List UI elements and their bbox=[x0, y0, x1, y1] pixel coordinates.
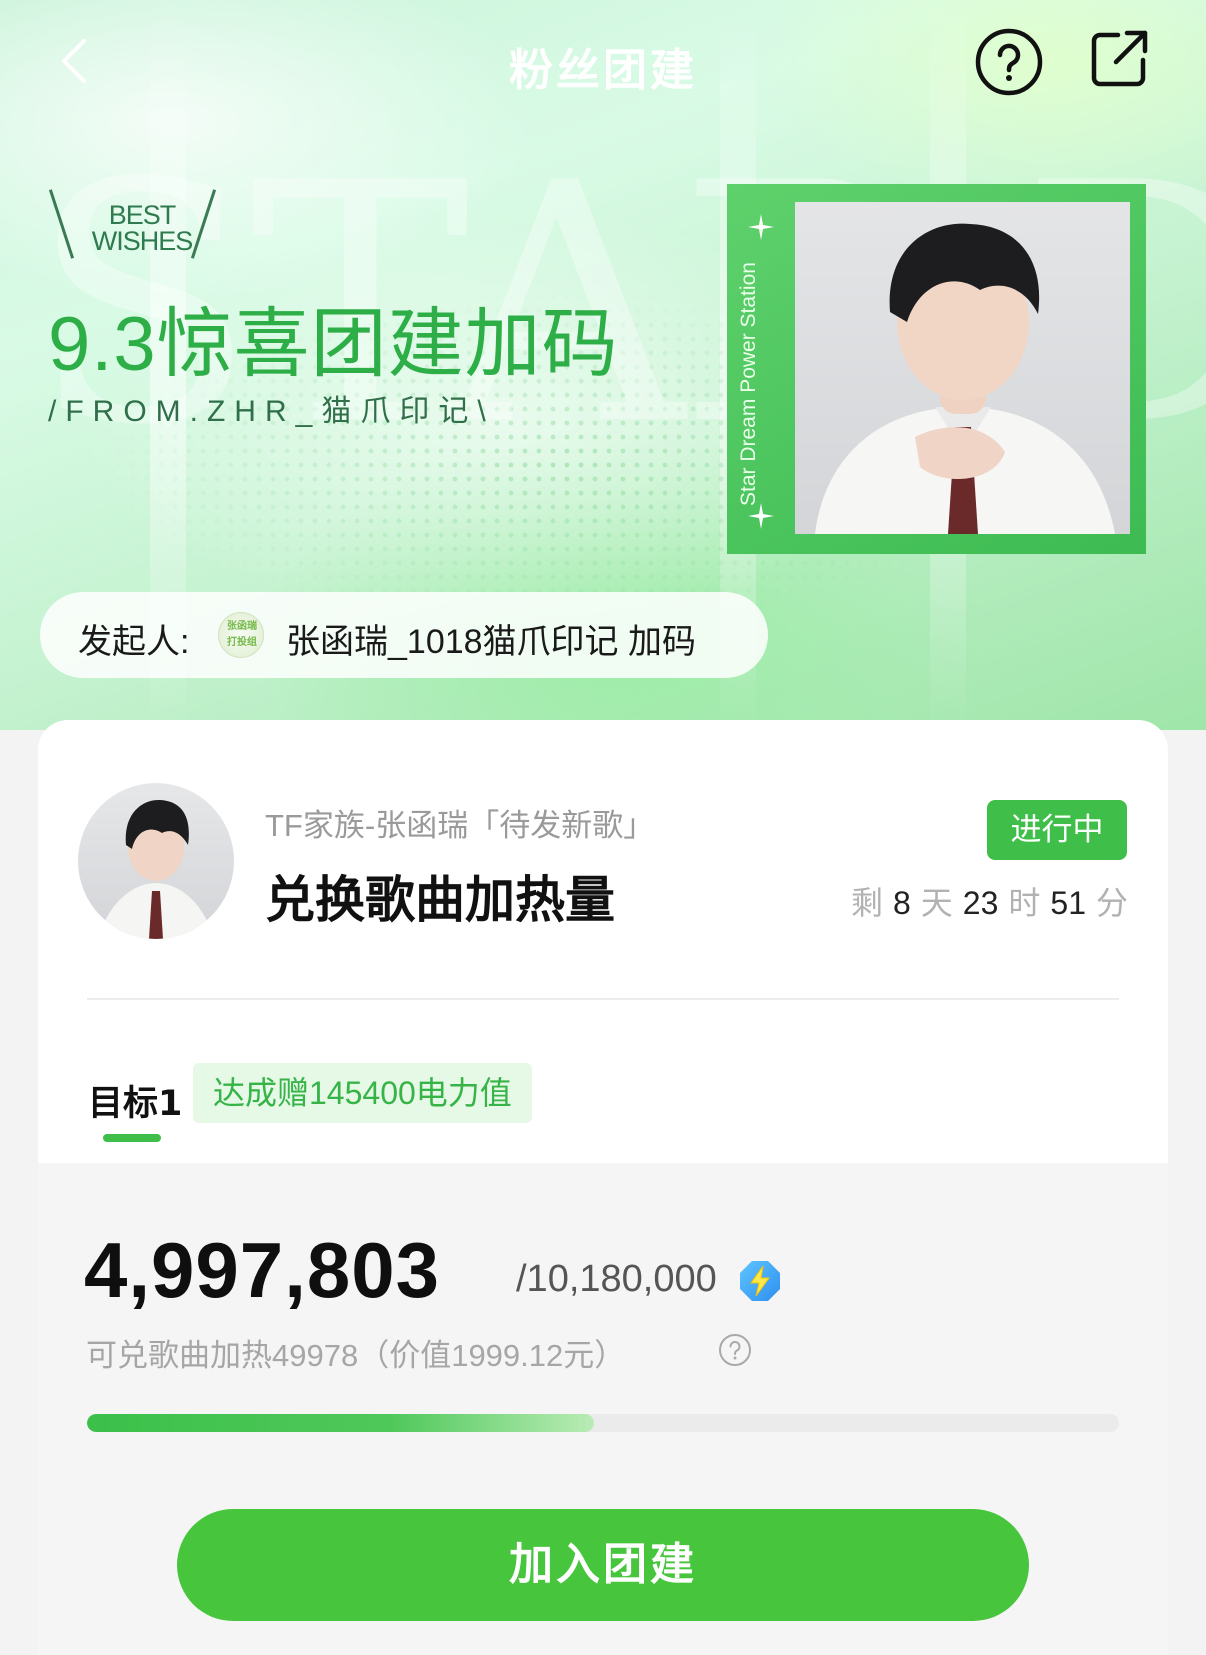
decor-slash bbox=[48, 189, 75, 259]
status-badge: 进行中 bbox=[987, 800, 1127, 860]
sparkle-icon bbox=[748, 214, 774, 240]
countdown-days-unit: 天 bbox=[920, 885, 953, 921]
banner-title: 9.3惊喜团建加码 bbox=[48, 302, 619, 387]
best-wishes-line2: WISHES bbox=[91, 226, 194, 256]
redeem-info: 可兑歌曲加热49978（价值1999.12元） bbox=[86, 1338, 626, 1373]
event-avatar bbox=[78, 783, 234, 939]
initiator-avatar-logo-text: 张函瑞打投组 bbox=[227, 621, 257, 648]
event-title: 兑换歌曲加热量 bbox=[265, 871, 615, 929]
countdown-minutes-unit: 分 bbox=[1095, 885, 1128, 921]
idol-portrait-illustration bbox=[815, 223, 1115, 534]
event-subtitle: TF家族-张函瑞「待发新歌」 bbox=[265, 808, 655, 843]
banner-from-credit: /FROM.ZHR_猫爪印记\ bbox=[48, 395, 495, 428]
countdown-hours-unit: 时 bbox=[1008, 885, 1041, 921]
initiator-pill[interactable]: 发起人: 张函瑞打投组 张函瑞_1018猫爪印记 加码 bbox=[40, 592, 768, 678]
sparkle-icon bbox=[748, 503, 774, 529]
target-value: /10,180,000 bbox=[516, 1258, 717, 1300]
initiator-name: 张函瑞_1018猫爪印记 加码 bbox=[286, 623, 696, 661]
initiator-avatar: 张函瑞打投组 bbox=[218, 612, 264, 658]
question-circle-icon[interactable] bbox=[975, 28, 1043, 96]
goal-reward-badge: 达成赠145400电力值 bbox=[193, 1063, 532, 1123]
initiator-label: 发起人: bbox=[78, 623, 190, 661]
best-wishes-line1: BEST bbox=[108, 200, 177, 230]
countdown-prefix: 剩 bbox=[850, 885, 883, 921]
lightning-bolt-icon bbox=[740, 1261, 780, 1301]
countdown-days: 8 bbox=[892, 885, 911, 921]
current-progress-value: 4,997,803 bbox=[84, 1226, 441, 1314]
tab-goal-1[interactable]: 目标1 bbox=[88, 1075, 182, 1126]
avatar-portrait-illustration bbox=[98, 799, 214, 939]
divider bbox=[87, 998, 1119, 1000]
countdown-minutes: 51 bbox=[1050, 885, 1086, 921]
active-tab-indicator bbox=[103, 1134, 161, 1142]
station-label: Star Dream Power Station bbox=[737, 262, 760, 506]
idol-photo bbox=[795, 202, 1130, 534]
countdown-hours: 23 bbox=[962, 885, 999, 921]
share-external-icon[interactable] bbox=[1088, 28, 1150, 90]
progress-bar-fill bbox=[87, 1414, 594, 1432]
join-team-button[interactable]: 加入团建 bbox=[177, 1509, 1029, 1621]
event-card: TF家族-张函瑞「待发新歌」 兑换歌曲加热量 进行中 剩 8 天 23 时 51 分 目标1… bbox=[38, 720, 1168, 1655]
best-wishes-logo: BEST WISHES bbox=[48, 188, 222, 259]
question-circle-icon[interactable] bbox=[718, 1333, 752, 1367]
top-navigation-bar: 粉丝团建 bbox=[0, 0, 1206, 124]
countdown-timer: 剩 8 天 23 时 51 分 bbox=[851, 878, 1128, 924]
progress-bar bbox=[87, 1414, 1119, 1432]
